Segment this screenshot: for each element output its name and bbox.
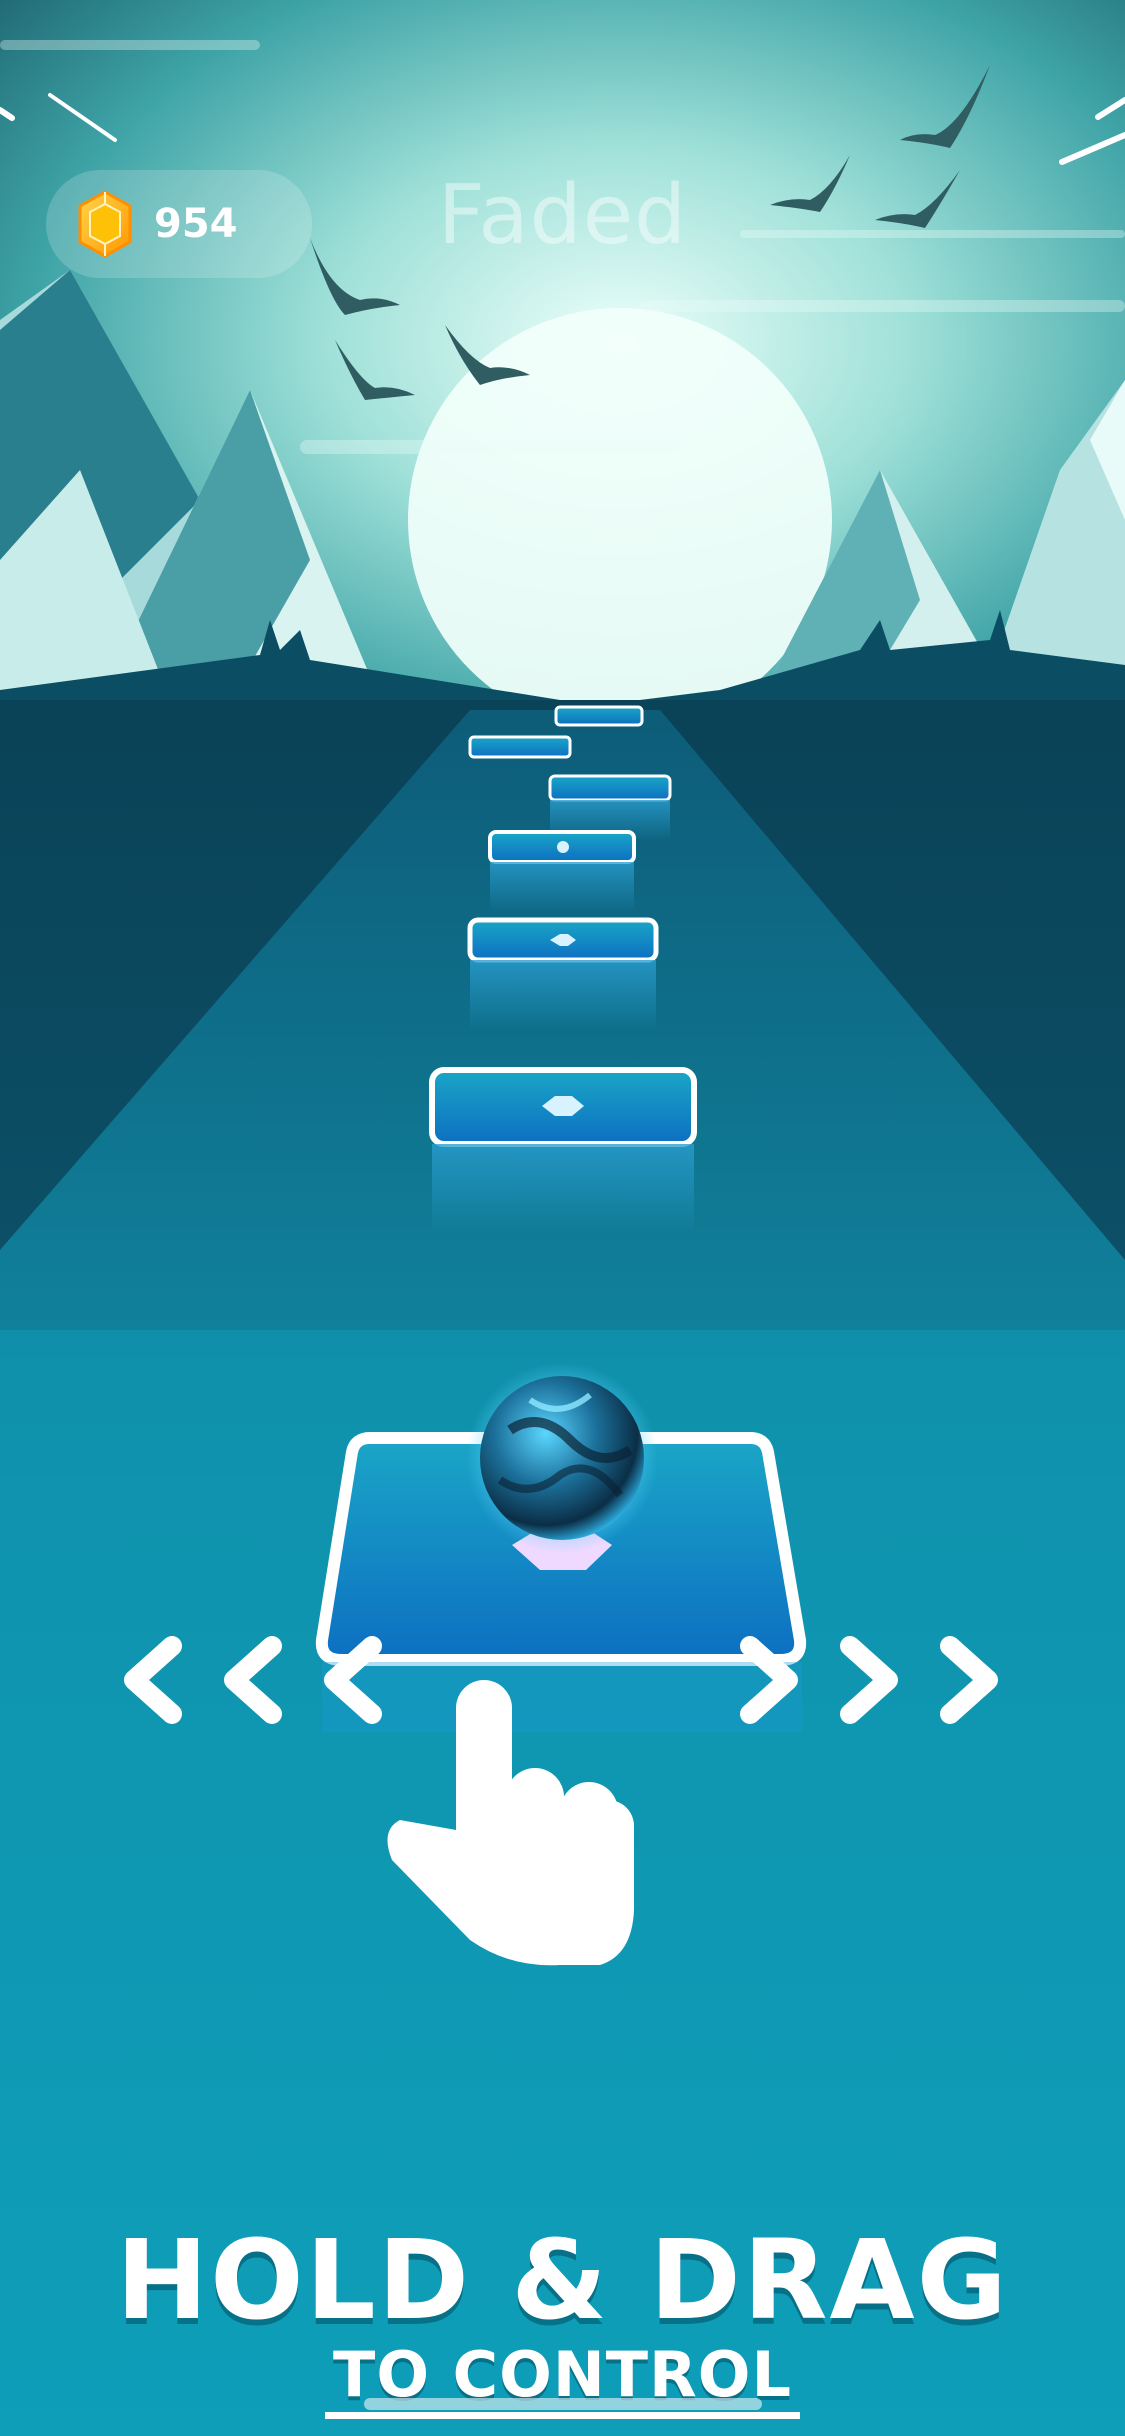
game-scene[interactable] [0,0,1125,2436]
home-indicator[interactable] [364,2398,762,2410]
song-title: Faded [437,168,688,263]
tutorial-instruction: HOLD & DRAG TO CONTROL [0,2220,1125,2419]
player-ball[interactable] [466,1362,658,1554]
instruction-title: HOLD & DRAG [116,2216,1009,2344]
